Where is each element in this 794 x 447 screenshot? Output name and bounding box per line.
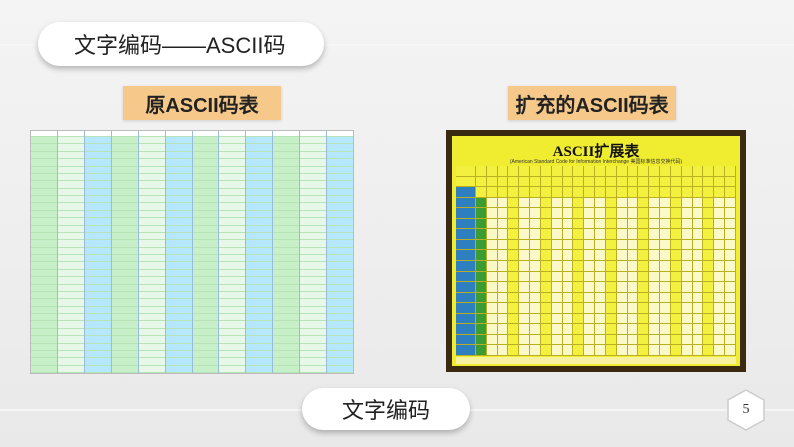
right-heading: 扩充的ASCII码表 [508, 86, 676, 120]
table-column [57, 131, 85, 373]
table-column [192, 131, 220, 373]
slide: 文字编码——ASCII码 原ASCII码表 扩充的ASCII码表 ASCII扩展… [0, 0, 794, 447]
page-number: 5 [742, 402, 750, 417]
table-column [273, 131, 301, 373]
table-column [219, 131, 247, 373]
table-column [31, 131, 58, 373]
left-heading: 原ASCII码表 [123, 86, 281, 120]
section-label: 文字编码 [302, 388, 470, 430]
table-column [111, 131, 139, 373]
slide-title: 文字编码——ASCII码 [38, 22, 324, 66]
table-column [246, 131, 274, 373]
extended-table-footer [456, 357, 736, 364]
extended-ascii-table-image: ASCII扩展表 (American Standard Code for Inf… [446, 130, 746, 372]
table-column [300, 131, 328, 373]
table-column [327, 131, 353, 373]
table-column [165, 131, 193, 373]
ascii-table-image [30, 130, 354, 374]
extended-table-grid [456, 166, 736, 356]
extended-table-subtitle: (American Standard Code for Information … [509, 159, 683, 165]
table-column [138, 131, 166, 373]
table-column [84, 131, 112, 373]
